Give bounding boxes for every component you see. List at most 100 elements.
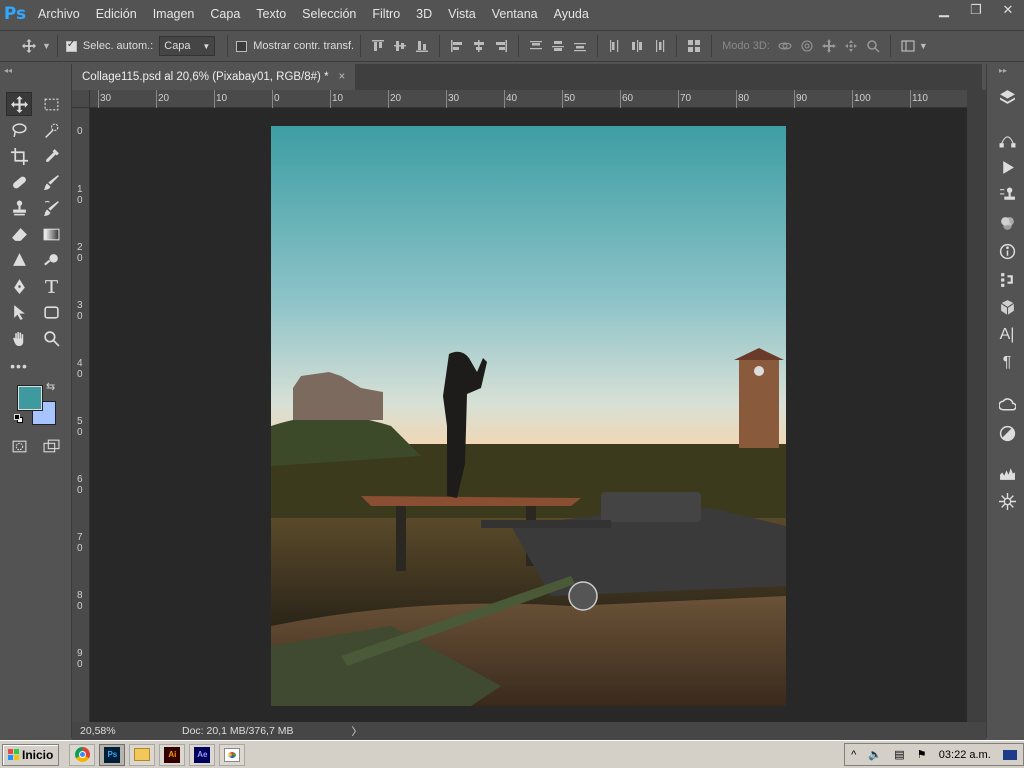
distribute-left-icon[interactable] [604, 36, 626, 56]
type-tool[interactable] [38, 274, 64, 298]
eyedropper-tool[interactable] [38, 144, 64, 168]
adjustments-icon[interactable] [995, 422, 1019, 444]
align-hcenter-icon[interactable] [468, 36, 490, 56]
collapse-panel-icon[interactable]: ◂◂ [4, 66, 12, 75]
actions-play-icon[interactable] [995, 156, 1019, 178]
roll-3d-icon[interactable] [796, 36, 818, 56]
canvas-area[interactable] [90, 108, 967, 722]
brush-tool[interactable] [38, 170, 64, 194]
history-brush-tool[interactable] [38, 196, 64, 220]
move-tool[interactable] [6, 92, 32, 116]
swap-colors-icon[interactable]: ⇆ [46, 380, 55, 393]
minimize-icon[interactable]: ▁ [928, 0, 960, 20]
after-effects-icon[interactable]: Ae [189, 743, 216, 766]
network-icon[interactable]: ▤ [894, 748, 904, 761]
auto-align-icon[interactable] [683, 36, 705, 56]
clone-stamp-tool[interactable] [6, 196, 32, 220]
orbit-3d-icon[interactable] [774, 36, 796, 56]
document-canvas[interactable] [271, 126, 786, 706]
illustrator-icon[interactable]: Ai [159, 743, 186, 766]
layers-icon[interactable] [995, 86, 1019, 108]
creative-cloud-icon[interactable] [995, 394, 1019, 416]
slide-3d-icon[interactable] [840, 36, 862, 56]
default-colors-icon[interactable] [14, 414, 24, 424]
menu-ventana[interactable]: Ventana [484, 0, 546, 28]
menu-ayuda[interactable]: Ayuda [546, 0, 597, 28]
chrome-icon[interactable] [69, 743, 96, 766]
align-right-icon[interactable] [490, 36, 512, 56]
menu-filtro[interactable]: Filtro [364, 0, 408, 28]
drag-3d-icon[interactable] [818, 36, 840, 56]
clock[interactable]: 03:22 a.m. [939, 749, 991, 761]
zoom-level[interactable]: 20,58% [80, 725, 160, 737]
auto-select-target-dropdown[interactable]: Capa ▼ [159, 36, 216, 56]
quick-mask-icon[interactable] [6, 434, 32, 458]
channels-icon[interactable] [995, 212, 1019, 234]
vertical-scrollbar[interactable] [967, 90, 986, 722]
menu-texto[interactable]: Texto [248, 0, 294, 28]
scale-3d-icon[interactable] [862, 36, 884, 56]
document-tab[interactable]: Collage115.psd al 20,6% (Pixabay01, RGB/… [72, 64, 356, 90]
show-transform-checkbox[interactable] [236, 40, 248, 52]
volume-icon[interactable]: 🔈 [868, 748, 882, 761]
blur-tool[interactable] [6, 248, 32, 272]
navigator-icon[interactable] [995, 490, 1019, 512]
path-selection-tool[interactable] [6, 300, 32, 324]
screen-mode-icon[interactable] [38, 434, 64, 458]
clone-source-icon[interactable] [995, 184, 1019, 206]
gradient-tool[interactable] [38, 222, 64, 246]
workspace-icon[interactable] [897, 36, 919, 56]
distribute-vcenter-icon[interactable] [547, 36, 569, 56]
auto-select-checkbox[interactable] [65, 39, 77, 52]
more-tools-icon[interactable]: ••• [6, 354, 32, 378]
flag-icon[interactable]: ⚑ [917, 748, 927, 761]
3d-icon[interactable] [995, 296, 1019, 318]
menu-3d[interactable]: 3D [408, 0, 440, 28]
align-vcenter-icon[interactable] [389, 36, 411, 56]
paths-icon[interactable] [995, 128, 1019, 150]
close-tab-icon[interactable]: × [339, 71, 346, 83]
paragraph-icon[interactable]: ¶ [995, 352, 1019, 374]
menu-edicion[interactable]: Edición [88, 0, 145, 28]
rectangle-tool[interactable] [38, 300, 64, 324]
chevron-down-icon[interactable]: ▼ [919, 41, 928, 51]
align-bottom-icon[interactable] [411, 36, 433, 56]
healing-brush-tool[interactable] [6, 170, 32, 194]
move-tool-preset-icon[interactable] [16, 36, 42, 56]
menu-vista[interactable]: Vista [440, 0, 484, 28]
menu-capa[interactable]: Capa [202, 0, 248, 28]
crop-tool[interactable] [6, 144, 32, 168]
status-menu-arrow[interactable]: 〉 [351, 724, 362, 739]
expand-panel-icon[interactable]: ▸▸ [999, 66, 1007, 75]
marquee-tool[interactable] [38, 92, 64, 116]
show-desktop-icon[interactable] [1002, 749, 1017, 760]
menu-imagen[interactable]: Imagen [145, 0, 203, 28]
align-top-icon[interactable] [367, 36, 389, 56]
photoshop-icon[interactable]: Ps [99, 743, 126, 766]
histogram-icon[interactable] [995, 462, 1019, 484]
show-hidden-icons-icon[interactable]: ^ [851, 749, 856, 761]
history-icon[interactable] [995, 268, 1019, 290]
distribute-bottom-icon[interactable] [569, 36, 591, 56]
distribute-right-icon[interactable] [648, 36, 670, 56]
distribute-hcenter-icon[interactable] [626, 36, 648, 56]
character-icon[interactable]: A| [995, 324, 1019, 346]
hand-tool[interactable] [6, 326, 32, 350]
foreground-color-swatch[interactable] [17, 385, 43, 411]
distribute-top-icon[interactable] [525, 36, 547, 56]
eraser-tool[interactable] [6, 222, 32, 246]
zoom-tool[interactable] [38, 326, 64, 350]
pen-tool[interactable] [6, 274, 32, 298]
start-button[interactable]: Inicio [2, 743, 60, 766]
align-left-icon[interactable] [446, 36, 468, 56]
info-icon[interactable] [995, 240, 1019, 262]
restore-icon[interactable]: ❐ [960, 0, 992, 20]
paint-icon[interactable] [219, 743, 246, 766]
close-icon[interactable]: ✕ [992, 0, 1024, 20]
dodge-tool[interactable] [38, 248, 64, 272]
menu-seleccion[interactable]: Selección [294, 0, 364, 28]
quick-selection-tool[interactable] [38, 118, 64, 142]
file-explorer-icon[interactable] [129, 743, 156, 766]
lasso-tool[interactable] [6, 118, 32, 142]
menu-archivo[interactable]: Archivo [30, 0, 88, 28]
